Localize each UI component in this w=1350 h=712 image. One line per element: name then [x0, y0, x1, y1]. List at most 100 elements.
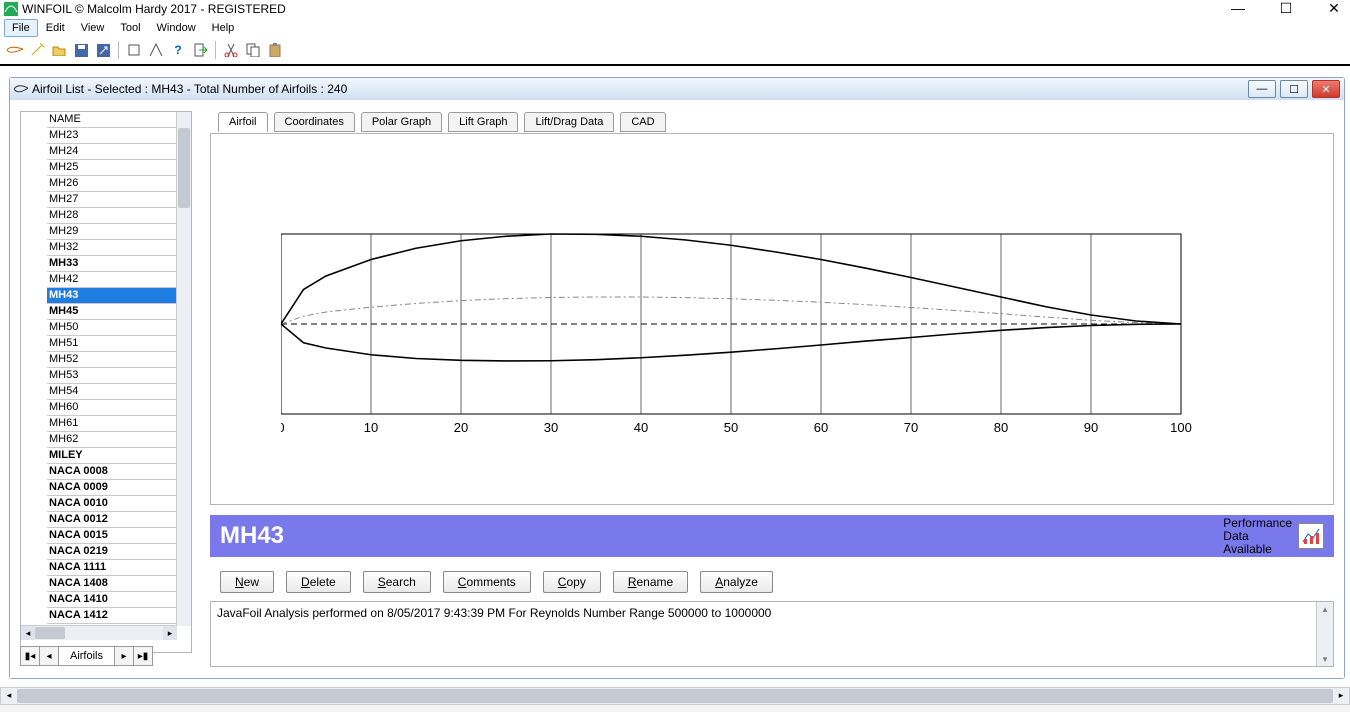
list-item[interactable]: NACA 0012 [47, 512, 177, 528]
copy-button[interactable]: Copy [543, 571, 601, 593]
list-item[interactable]: MH50 [47, 320, 177, 336]
list-item[interactable]: MH62 [47, 432, 177, 448]
performance-chart-icon[interactable] [1298, 523, 1324, 549]
list-item[interactable]: MH23 [47, 128, 177, 144]
menu-file[interactable]: File [4, 19, 38, 37]
wizard-icon[interactable] [27, 40, 47, 60]
copy-icon[interactable] [243, 40, 263, 60]
cut-icon[interactable] [221, 40, 241, 60]
list-item[interactable]: MH29 [47, 224, 177, 240]
action-button-row: New Delete Search Comments Copy Rename Analyze [210, 565, 783, 599]
tab-polar-graph[interactable]: Polar Graph [361, 112, 442, 132]
comments-button[interactable]: Comments [443, 571, 531, 593]
list-item[interactable]: NACA 0008 [47, 464, 177, 480]
statusbar [0, 705, 1350, 712]
airfoil-name: MH43 [220, 522, 1223, 550]
list-item[interactable]: NACA 0009 [47, 480, 177, 496]
list-item[interactable]: MILEY [47, 448, 177, 464]
delete-button[interactable]: Delete [286, 571, 351, 593]
menu-window[interactable]: Window [149, 19, 204, 37]
menu-help[interactable]: Help [204, 19, 243, 37]
list-item[interactable]: MH25 [47, 160, 177, 176]
list-item[interactable]: MH51 [47, 336, 177, 352]
close-button[interactable]: ✕ [1324, 0, 1344, 17]
list-item[interactable]: MH32 [47, 240, 177, 256]
tab-bar: Airfoil Coordinates Polar Graph Lift Graph L… [210, 111, 1334, 131]
list-item[interactable]: MH54 [47, 384, 177, 400]
list-item[interactable]: MH43 [47, 288, 177, 304]
list-horizontal-scrollbar[interactable]: ◂▸ [21, 625, 177, 640]
maximize-button[interactable]: ☐ [1276, 0, 1296, 17]
list-item[interactable]: MH53 [47, 368, 177, 384]
menu-tool[interactable]: Tool [112, 19, 148, 37]
svg-text:100: 100 [1170, 420, 1192, 435]
rename-button[interactable]: Rename [613, 571, 688, 593]
new-button[interactable]: New [220, 571, 274, 593]
svg-text:30: 30 [544, 420, 558, 435]
paste-icon[interactable] [265, 40, 285, 60]
log-scrollbar[interactable]: ▴▾ [1316, 602, 1333, 666]
list-item[interactable]: NACA 0015 [47, 528, 177, 544]
list-item[interactable]: MH24 [47, 144, 177, 160]
list-item[interactable]: NACA 1408 [47, 576, 177, 592]
list-item[interactable]: MH28 [47, 208, 177, 224]
frame-title-text: Airfoil List - Selected : MH43 - Total N… [32, 82, 347, 96]
list-item[interactable]: MH60 [47, 400, 177, 416]
list-item[interactable]: MH45 [47, 304, 177, 320]
search-button[interactable]: Search [363, 571, 431, 593]
list-item[interactable]: MH26 [47, 176, 177, 192]
svg-text:40: 40 [634, 420, 648, 435]
save-icon[interactable] [71, 40, 91, 60]
tab-cad[interactable]: CAD [620, 112, 665, 132]
nav-prev-button[interactable]: ◂ [40, 646, 59, 666]
list-item[interactable]: NACA 1412 [47, 608, 177, 624]
list-item[interactable]: MH61 [47, 416, 177, 432]
window-title: WINFOIL © Malcolm Hardy 2017 - REGISTERE… [22, 2, 286, 16]
frame-maximize-button[interactable]: ☐ [1280, 80, 1308, 98]
open-icon[interactable] [49, 40, 69, 60]
list-vertical-scrollbar[interactable] [176, 112, 191, 626]
airfoil-plot: 0102030405060708090100 [281, 224, 1261, 484]
tab-coordinates[interactable]: Coordinates [274, 112, 355, 132]
tab-lift-drag-data[interactable]: Lift/Drag Data [524, 112, 614, 132]
toolbar: ? [0, 38, 1350, 62]
performance-label: Performance Data Available [1223, 517, 1292, 556]
export-icon[interactable] [93, 40, 113, 60]
list-item[interactable]: NACA 0219 [47, 544, 177, 560]
tool1-icon[interactable] [124, 40, 144, 60]
list-item[interactable]: NACA 0010 [47, 496, 177, 512]
list-item[interactable]: NACA 1410 [47, 592, 177, 608]
svg-text:20: 20 [454, 420, 468, 435]
nav-label: Airfoils [59, 646, 114, 666]
minimize-button[interactable]: — [1228, 0, 1248, 17]
frame-titlebar[interactable]: Airfoil List - Selected : MH43 - Total N… [10, 78, 1344, 100]
help-icon[interactable]: ? [168, 40, 188, 60]
tool2-icon[interactable] [146, 40, 166, 60]
airfoil-list[interactable]: NAMEMH23MH24MH25MH26MH27MH28MH29MH32MH33… [21, 112, 177, 626]
list-item[interactable]: MH52 [47, 352, 177, 368]
list-item[interactable]: MH33 [47, 256, 177, 272]
nav-last-button[interactable]: ▸▮ [134, 646, 153, 666]
analysis-log: JavaFoil Analysis performed on 8/05/2017… [210, 601, 1334, 667]
os-titlebar: WINFOIL © Malcolm Hardy 2017 - REGISTERE… [0, 0, 1350, 18]
list-header[interactable]: NAME [47, 112, 177, 128]
frame-close-button[interactable]: ✕ [1312, 80, 1340, 98]
list-item[interactable]: NACA 1111 [47, 560, 177, 576]
tab-lift-graph[interactable]: Lift Graph [448, 112, 518, 132]
list-item[interactable]: MH27 [47, 192, 177, 208]
frame-minimize-button[interactable]: — [1248, 80, 1276, 98]
svg-text:50: 50 [724, 420, 738, 435]
analyze-button[interactable]: Analyze [700, 571, 773, 593]
airfoil-icon[interactable] [5, 40, 25, 60]
nav-next-button[interactable]: ▸ [114, 646, 134, 666]
menu-view[interactable]: View [73, 19, 113, 37]
exit-icon[interactable] [190, 40, 210, 60]
main-horizontal-scrollbar[interactable]: ◂▸ [0, 687, 1350, 705]
list-item[interactable]: MH42 [47, 272, 177, 288]
nav-first-button[interactable]: ▮◂ [20, 646, 40, 666]
tab-airfoil[interactable]: Airfoil [218, 112, 268, 132]
record-navigator: ▮◂ ◂ Airfoils ▸ ▸▮ [20, 646, 153, 666]
svg-text:90: 90 [1084, 420, 1098, 435]
menu-edit[interactable]: Edit [38, 19, 73, 37]
menu-rule [0, 64, 1350, 69]
